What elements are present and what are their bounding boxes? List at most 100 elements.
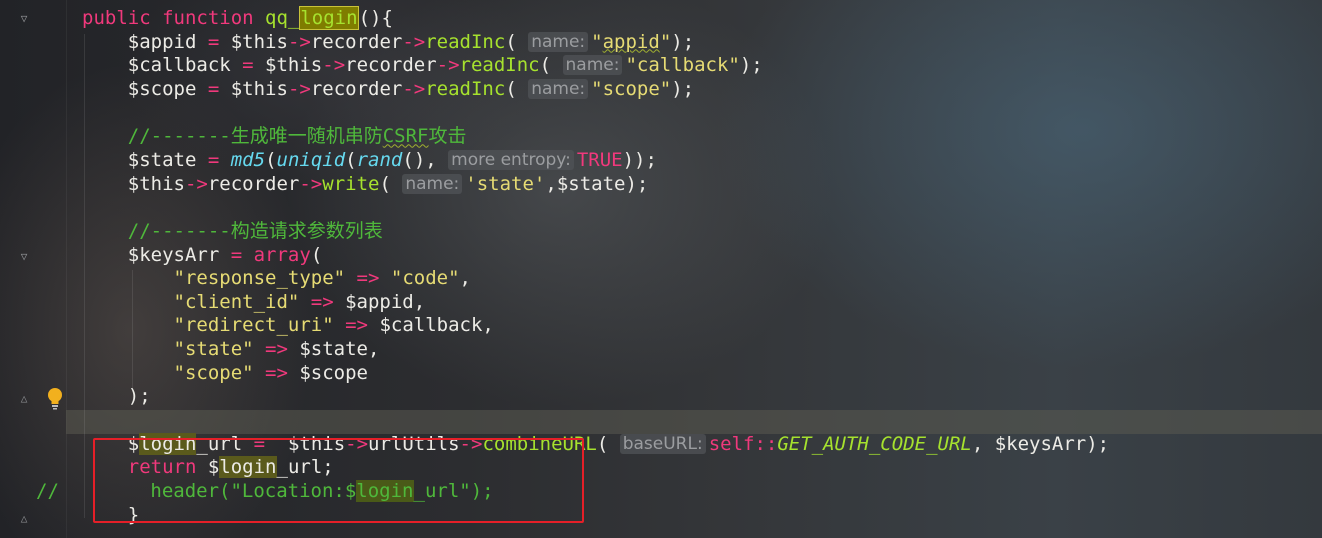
editor-gutter[interactable]: ▽ ▽ △ △	[0, 0, 67, 538]
code-line[interactable]: "client_id" => $appid,	[82, 290, 426, 314]
code-token: $state	[82, 148, 208, 171]
parameter-hint: more entropy:	[448, 149, 574, 170]
code-token: ->	[287, 30, 311, 53]
code-token: );	[82, 385, 151, 408]
code-line[interactable]: $scope = $this->recorder->readInc( name:…	[82, 77, 694, 101]
lightbulb-icon[interactable]	[44, 386, 66, 410]
fold-arrow-icon[interactable]: ▽	[18, 250, 30, 264]
code-token: $this	[82, 172, 185, 195]
code-token: "scope"	[591, 77, 672, 100]
code-token: ->	[322, 54, 346, 77]
code-token: =>	[265, 361, 300, 384]
code-token: recorder	[345, 54, 437, 77]
code-token: );	[671, 30, 695, 53]
code-token: =	[207, 30, 231, 53]
code-token: ->	[299, 172, 323, 195]
code-token: $callback,	[379, 314, 494, 337]
code-token: appid	[602, 30, 660, 53]
code-token: "client_id"	[82, 290, 311, 313]
code-token: function	[162, 7, 266, 29]
parameter-hint: baseURL:	[619, 433, 706, 454]
code-line[interactable]: $callback = $this->recorder->readInc( na…	[82, 53, 763, 77]
code-line[interactable]: $state = md5(uniqid(rand(), more entropy…	[82, 148, 657, 172]
parameter-hint: name:	[402, 173, 463, 194]
code-line[interactable]: "redirect_uri" => $callback,	[82, 313, 494, 337]
code-token: $this	[230, 77, 288, 100]
code-token: //-------构造请求参数列表	[82, 219, 383, 242]
code-token: "redirect_uri"	[82, 314, 346, 337]
code-token: (	[505, 30, 529, 53]
code-line[interactable]: );	[82, 384, 151, 408]
code-token: uniqid	[276, 148, 346, 171]
code-token: 'state'	[465, 172, 546, 195]
code-token: ));	[622, 148, 657, 171]
code-token: (){	[358, 7, 393, 29]
code-token: ->	[402, 30, 426, 53]
code-token: readInc	[459, 54, 540, 77]
code-token: recorder	[310, 30, 403, 53]
code-line[interactable]: "scope" => $scope	[82, 361, 369, 385]
code-token: login	[299, 6, 359, 30]
fold-arrow-icon[interactable]: △	[18, 392, 30, 406]
code-token: (	[505, 77, 529, 100]
current-line-highlight	[66, 410, 1322, 434]
code-token: recorder	[207, 172, 300, 195]
code-token: =>	[310, 290, 346, 313]
code-token: (	[379, 172, 403, 195]
code-token: $scope	[82, 77, 208, 100]
code-token: =>	[356, 267, 391, 290]
code-token: rand	[356, 148, 403, 171]
code-token: =	[242, 54, 266, 77]
code-token: $state,	[299, 338, 380, 361]
code-token: readInc	[425, 77, 506, 100]
fold-arrow-icon[interactable]: △	[18, 512, 30, 526]
code-token: CSRF	[382, 125, 429, 148]
code-token: //-------生成唯一随机串防	[82, 125, 383, 148]
code-line[interactable]: "state" => $state,	[82, 337, 380, 361]
code-token: ::	[754, 432, 778, 455]
code-token: );	[739, 54, 763, 77]
code-token: "scope"	[82, 361, 266, 384]
code-line[interactable]: $appid = $this->recorder->readInc( name:…	[82, 30, 694, 54]
code-token: $scope	[299, 361, 368, 384]
code-token: =	[207, 148, 231, 171]
code-line[interactable]: //-------构造请求参数列表	[82, 219, 383, 243]
code-token: $callback	[82, 54, 243, 77]
code-token: $this	[230, 30, 288, 53]
code-token: (),	[402, 148, 449, 171]
code-line[interactable]: //-------生成唯一随机串防CSRF攻击	[82, 124, 467, 148]
parameter-hint: name:	[528, 78, 589, 99]
code-token: self	[708, 432, 755, 455]
code-token: ->	[184, 172, 208, 195]
code-token: ->	[436, 54, 460, 77]
code-line[interactable]: public function qq_login(){	[82, 6, 393, 30]
fold-arrow-icon[interactable]: ▽	[18, 12, 30, 26]
code-token: =>	[345, 314, 380, 337]
code-token: md5	[230, 148, 266, 171]
code-token: "code"	[390, 267, 460, 290]
parameter-hint: name:	[562, 55, 623, 76]
code-token: "response_type"	[82, 267, 357, 290]
code-line[interactable]: $keysArr = array(	[82, 243, 323, 267]
code-token: qq_	[265, 7, 300, 29]
code-token: public	[82, 7, 163, 29]
code-token: $appid,	[345, 290, 426, 313]
code-token: "state"	[82, 338, 266, 361]
code-token: =>	[265, 338, 300, 361]
annotation-red-box	[93, 438, 584, 523]
code-line[interactable]: "response_type" => "code",	[82, 266, 471, 290]
code-token: =	[230, 243, 254, 266]
code-token: ->	[287, 77, 311, 100]
code-line[interactable]: $this->recorder->write( name:'state',$st…	[82, 172, 649, 196]
code-token: "	[591, 30, 603, 53]
code-token: array	[253, 243, 311, 266]
code-token: recorder	[310, 77, 403, 100]
code-token: (	[539, 54, 563, 77]
code-token: (	[265, 148, 277, 171]
code-token: "callback"	[625, 54, 740, 77]
code-token: $keysArr	[82, 243, 231, 266]
code-token: (	[310, 243, 323, 266]
code-token: GET_AUTH_CODE_URL	[777, 432, 972, 455]
code-token: TRUE	[576, 148, 623, 171]
code-token: ,	[459, 267, 471, 290]
